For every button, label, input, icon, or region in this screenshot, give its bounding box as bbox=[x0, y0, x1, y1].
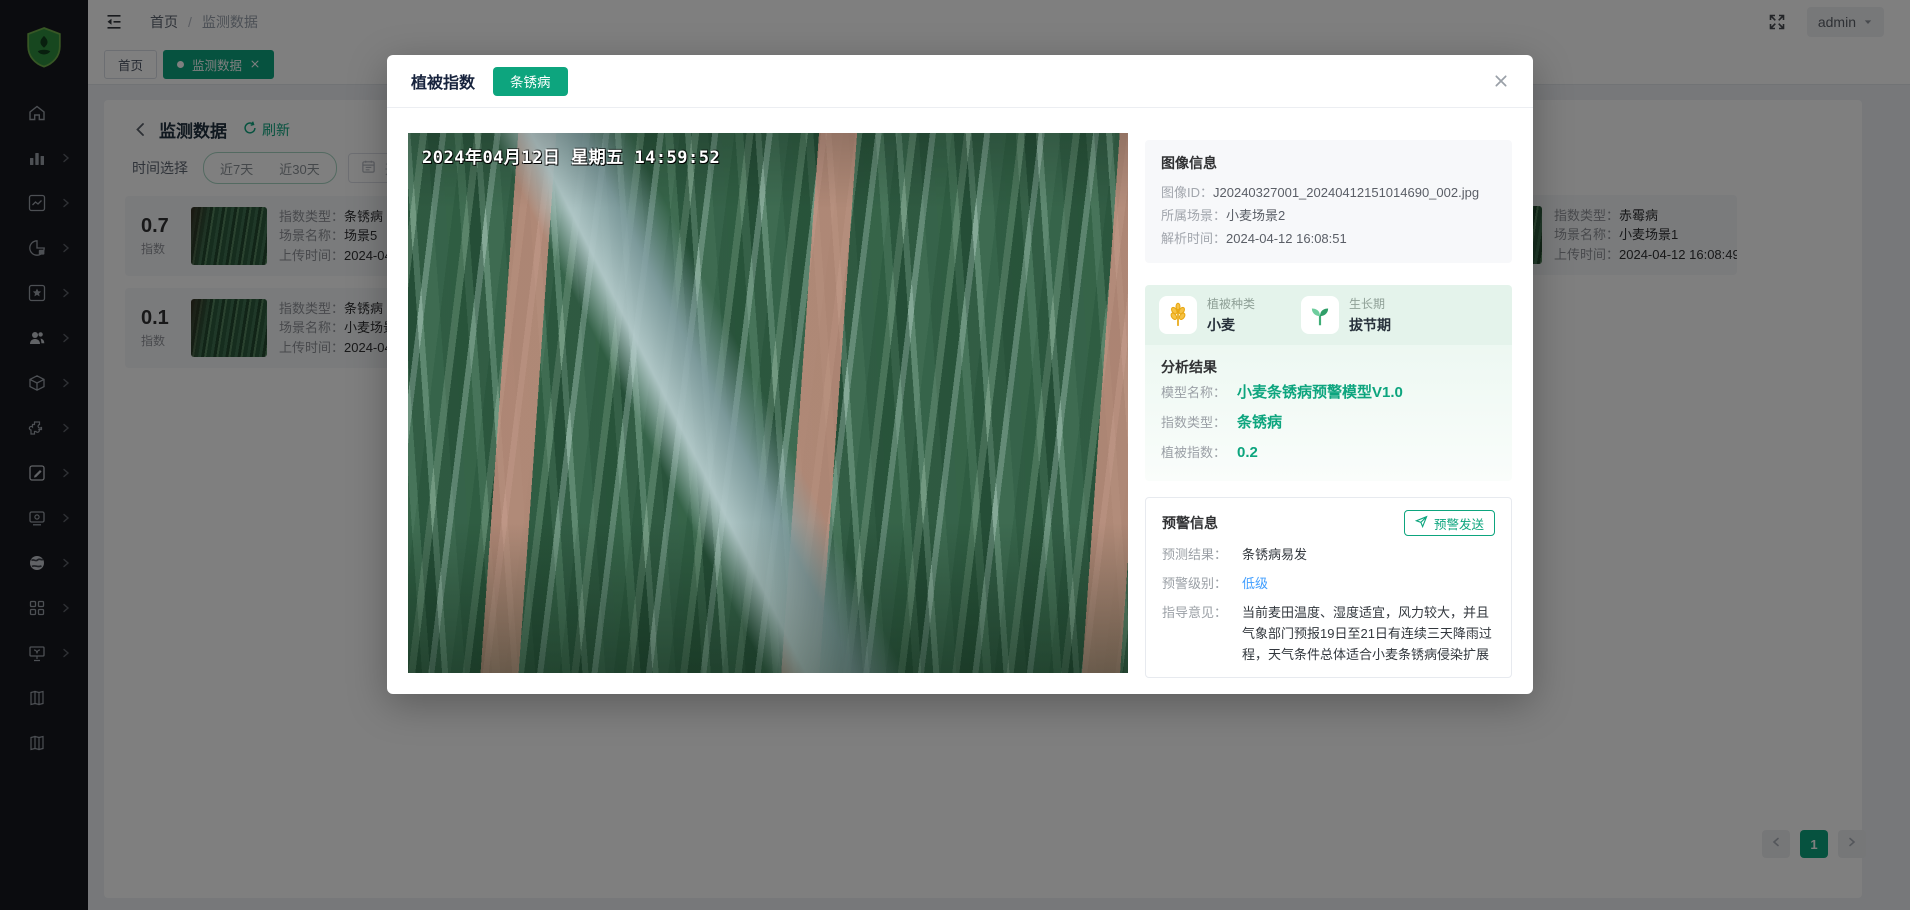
send-warning-label: 预警发送 bbox=[1434, 514, 1484, 533]
index-type-badge: 条锈病 bbox=[493, 67, 568, 96]
model-value: 小麦条锈病预警模型V1.0 bbox=[1237, 379, 1403, 407]
model-label: 模型名称： bbox=[1161, 379, 1237, 407]
analysis-result-body: 分析结果 模型名称：小麦条锈病预警模型V1.0 指数类型：条锈病 植被指数：0.… bbox=[1145, 345, 1512, 481]
analysis-section: 植被种类 小麦 生长期 拔节期 分析结果 模型名称：小麦条锈病预警模型 bbox=[1145, 285, 1512, 481]
seedling-icon bbox=[1301, 296, 1339, 334]
modal-header: 植被指数 条锈病 bbox=[387, 55, 1533, 108]
veg-index-label: 植被指数： bbox=[1161, 439, 1237, 467]
analysis-title: 分析结果 bbox=[1161, 357, 1496, 377]
modal-close-icon[interactable] bbox=[1493, 73, 1509, 89]
photo-timestamp: 2024年04月12日 星期五 14:59:52 bbox=[422, 143, 720, 168]
vegetation-index-modal: 植被指数 条锈病 2024年04月12日 星期五 14:59:52 图像信息 图… bbox=[387, 55, 1533, 694]
species-chip: 植被种类 小麦 bbox=[1159, 295, 1255, 335]
stage-value: 拔节期 bbox=[1349, 315, 1391, 335]
send-warning-button[interactable]: 预警发送 bbox=[1404, 510, 1495, 536]
index-type-value: 条锈病 bbox=[1237, 409, 1282, 437]
warning-info-section: 预警信息 预警发送 预测结果：条锈病易发预警级别：低级指导意见：当前麦田温度、湿… bbox=[1145, 497, 1512, 678]
plant-chips: 植被种类 小麦 生长期 拔节期 bbox=[1145, 285, 1512, 345]
warning-title: 预警信息 bbox=[1162, 513, 1218, 533]
species-label: 植被种类 bbox=[1207, 295, 1255, 312]
image-info-title: 图像信息 bbox=[1161, 153, 1496, 173]
send-icon bbox=[1415, 515, 1428, 531]
image-info-row: 解析时间：2024-04-12 16:08:51 bbox=[1161, 227, 1496, 250]
warning-row: 预测结果：条锈病易发 bbox=[1162, 544, 1495, 565]
warning-row: 指导意见：当前麦田温度、湿度适宜，风力较大，并且气象部门预报19日至21日有连续… bbox=[1162, 602, 1495, 665]
wheat-field-photo: 2024年04月12日 星期五 14:59:52 bbox=[408, 133, 1128, 673]
species-value: 小麦 bbox=[1207, 315, 1255, 335]
image-info-rows: 图像ID：J20240327001_20240412151014690_002.… bbox=[1161, 181, 1496, 250]
image-info-row: 图像ID：J20240327001_20240412151014690_002.… bbox=[1161, 181, 1496, 204]
index-type-label: 指数类型： bbox=[1161, 409, 1237, 437]
app-screen: 首页 / 监测数据 admin 首页 监测数据 监测数据 bbox=[0, 0, 1910, 910]
image-info-row: 所属场景：小麦场景2 bbox=[1161, 204, 1496, 227]
veg-index-value: 0.2 bbox=[1237, 439, 1258, 467]
modal-info-column: 图像信息 图像ID：J20240327001_20240412151014690… bbox=[1145, 140, 1512, 678]
image-info-section: 图像信息 图像ID：J20240327001_20240412151014690… bbox=[1145, 140, 1512, 263]
warning-header: 预警信息 预警发送 bbox=[1162, 510, 1495, 536]
modal-title: 植被指数 bbox=[411, 69, 475, 93]
growth-stage-chip: 生长期 拔节期 bbox=[1301, 295, 1391, 335]
warning-rows: 预测结果：条锈病易发预警级别：低级指导意见：当前麦田温度、湿度适宜，风力较大，并… bbox=[1162, 544, 1495, 665]
wheat-icon bbox=[1159, 296, 1197, 334]
stage-label: 生长期 bbox=[1349, 295, 1391, 312]
warning-row: 预警级别：低级 bbox=[1162, 573, 1495, 594]
